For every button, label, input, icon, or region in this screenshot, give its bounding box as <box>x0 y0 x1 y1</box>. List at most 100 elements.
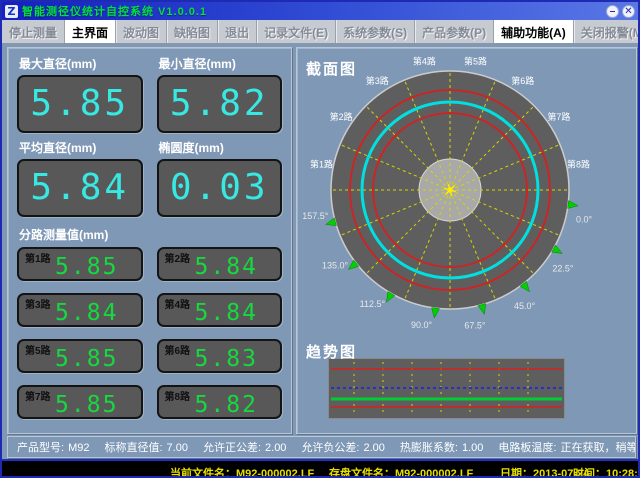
trend-chart <box>328 358 565 419</box>
status-field-value: 2.00 <box>364 442 385 454</box>
current-file: 当前文件名：M92-000002.LF <box>170 465 314 478</box>
channels-title: 分路测量值(mm) <box>19 226 280 243</box>
channel-display-1: 第1路5.85 <box>17 247 143 281</box>
window-buttons: – ✕ <box>606 5 635 18</box>
gauge-display: 0.03 <box>157 159 283 217</box>
file-status-bar: 当前文件名：M92-000002.LF 存盘文件名：M92-000002.LF … <box>2 459 638 478</box>
window-title: 智能测径仪统计自控系统 V1.0.0.1 <box>22 3 207 19</box>
gauge-cell-2: 最小直径(mm) 5.82 <box>157 53 283 133</box>
channel-value: 5.83 <box>159 346 281 372</box>
save-file: 存盘文件名：M92-000002.LF <box>329 465 473 478</box>
status-field-5: 热膨胀系数: 1.00 <box>400 439 483 455</box>
charts-panel: 截面图 第1路 第2路 第3路 第4路 第5路第6路第7路第8路 0.0° 22.5° 45.… <box>296 47 637 434</box>
menu-item-7[interactable]: 系统参数(S) <box>336 20 415 43</box>
status-field-value: 2.00 <box>265 442 286 454</box>
menu-item-9[interactable]: 辅助功能(A) <box>494 20 574 43</box>
gauge-value: 0.03 <box>170 170 269 206</box>
channel-display-7: 第7路5.85 <box>17 385 143 419</box>
time-display: 时间：10:28:34 <box>573 465 640 478</box>
channel-axis-label: 第4路 <box>413 56 436 67</box>
angle-tick-label: 157.5° <box>302 211 329 221</box>
angle-tick-label: 22.5° <box>552 264 574 274</box>
status-field-1: 产品型号: M92 <box>17 439 89 455</box>
menu-item-10[interactable]: 关闭报警(M) <box>574 20 640 43</box>
angle-tick-label: 0.0° <box>576 214 593 224</box>
angle-tick-label: 135.0° <box>322 261 349 271</box>
status-field-2: 标称直径值: 7.00 <box>104 439 187 455</box>
menu-item-2[interactable]: 主界面 <box>65 20 116 43</box>
angle-marker-icon <box>432 308 440 318</box>
title-bar: Z 智能测径仪统计自控系统 V1.0.0.1 – ✕ <box>2 2 638 20</box>
trend-view-title: 趋势图 <box>306 341 357 362</box>
center-star-icon <box>448 188 453 193</box>
channel-display-4: 第4路5.84 <box>157 293 283 327</box>
channel-axis-label: 第1路 <box>310 158 333 169</box>
channel-axis-label: 第6路 <box>511 75 534 86</box>
gauge-display: 5.85 <box>17 75 143 133</box>
angle-tick-label: 112.5° <box>360 299 386 309</box>
status-field-label: 产品型号: <box>17 442 64 454</box>
channel-display-6: 第6路5.83 <box>157 339 283 373</box>
gauge-value: 5.85 <box>30 86 129 122</box>
status-field-label: 允许正公差: <box>203 442 261 454</box>
status-field-value: 正在获取，稍等片刻.. <box>560 442 636 454</box>
cross-section-chart: 第1路 第2路 第3路 第4路 第5路第6路第7路第8路 0.0° 22.5° 45.0° 67… <box>297 48 636 336</box>
angle-tick-label: 45.0° <box>514 301 536 311</box>
app-icon: Z <box>5 5 18 18</box>
status-field-value: 7.00 <box>167 442 188 454</box>
gauge-cell-1: 最大直径(mm) 5.85 <box>17 53 143 133</box>
channel-axis-label: 第2路 <box>330 111 353 122</box>
status-field-label: 允许负公差: <box>301 442 359 454</box>
channel-value: 5.82 <box>159 392 281 418</box>
menu-bar: 停止测量主界面波动图缺陷图退出记录文件(E)系统参数(S)产品参数(P)辅助功能… <box>2 20 638 44</box>
menu-item-4[interactable]: 缺陷图 <box>167 20 218 43</box>
channel-value: 5.85 <box>19 392 141 418</box>
gauge-display: 5.84 <box>17 159 143 217</box>
status-field-value: M92 <box>68 442 89 454</box>
menu-item-3[interactable]: 波动图 <box>116 20 167 43</box>
gauge-value: 5.82 <box>170 86 269 122</box>
status-field-6: 电路板温度: 正在获取，稍等片刻.. <box>498 439 636 455</box>
status-field-4: 允许负公差: 2.00 <box>301 439 384 455</box>
menu-item-8[interactable]: 产品参数(P) <box>415 20 494 43</box>
channel-display-2: 第2路5.84 <box>157 247 283 281</box>
channel-value: 5.85 <box>19 346 141 372</box>
status-strip: 产品型号: M92 标称直径值: 7.00 允许正公差: 2.00 允许负公差: 2.00 热膨… <box>7 436 636 458</box>
angle-marker-icon <box>568 201 578 209</box>
close-button[interactable]: ✕ <box>622 5 635 18</box>
channel-value: 5.84 <box>159 300 281 326</box>
measurement-panel: 最大直径(mm) 5.85 最小直径(mm) 5.82 平均直径(mm) 5.84 椭圆度(… <box>7 47 292 434</box>
minimize-button[interactable]: – <box>606 5 619 18</box>
channel-axis-label: 第5路 <box>464 56 487 67</box>
angle-tick-label: 67.5° <box>464 321 486 331</box>
channel-axis-label: 第7路 <box>547 111 570 122</box>
channel-value: 5.85 <box>19 254 141 280</box>
channel-axis-label: 第8路 <box>567 158 590 169</box>
status-field-label: 热膨胀系数: <box>400 442 458 454</box>
menu-item-6[interactable]: 记录文件(E) <box>257 20 336 43</box>
gauge-label: 最大直径(mm) <box>19 55 141 72</box>
status-field-label: 标称直径值: <box>104 442 162 454</box>
menu-item-5[interactable]: 退出 <box>218 20 257 43</box>
status-field-label: 电路板温度: <box>498 442 556 454</box>
gauge-cell-3: 平均直径(mm) 5.84 <box>17 137 143 217</box>
section-view-title: 截面图 <box>306 58 357 79</box>
channel-display-5: 第5路5.85 <box>17 339 143 373</box>
angle-marker-icon <box>478 304 486 315</box>
channel-display-3: 第3路5.84 <box>17 293 143 327</box>
gauge-value: 5.84 <box>30 170 129 206</box>
channel-display-8: 第8路5.82 <box>157 385 283 419</box>
channel-axis-label: 第3路 <box>366 75 389 86</box>
gauge-label: 最小直径(mm) <box>159 55 281 72</box>
channel-value: 5.84 <box>159 254 281 280</box>
channel-value: 5.84 <box>19 300 141 326</box>
status-field-3: 允许正公差: 2.00 <box>203 439 286 455</box>
gauge-grid: 最大直径(mm) 5.85 最小直径(mm) 5.82 平均直径(mm) 5.84 椭圆度(… <box>17 53 282 217</box>
status-field-value: 1.00 <box>462 442 483 454</box>
angle-tick-label: 90.0° <box>411 320 433 330</box>
menu-item-1[interactable]: 停止测量 <box>2 20 65 43</box>
gauge-label: 平均直径(mm) <box>19 139 141 156</box>
gauge-cell-4: 椭圆度(mm) 0.03 <box>157 137 283 217</box>
gauge-label: 椭圆度(mm) <box>159 139 281 156</box>
gauge-display: 5.82 <box>157 75 283 133</box>
